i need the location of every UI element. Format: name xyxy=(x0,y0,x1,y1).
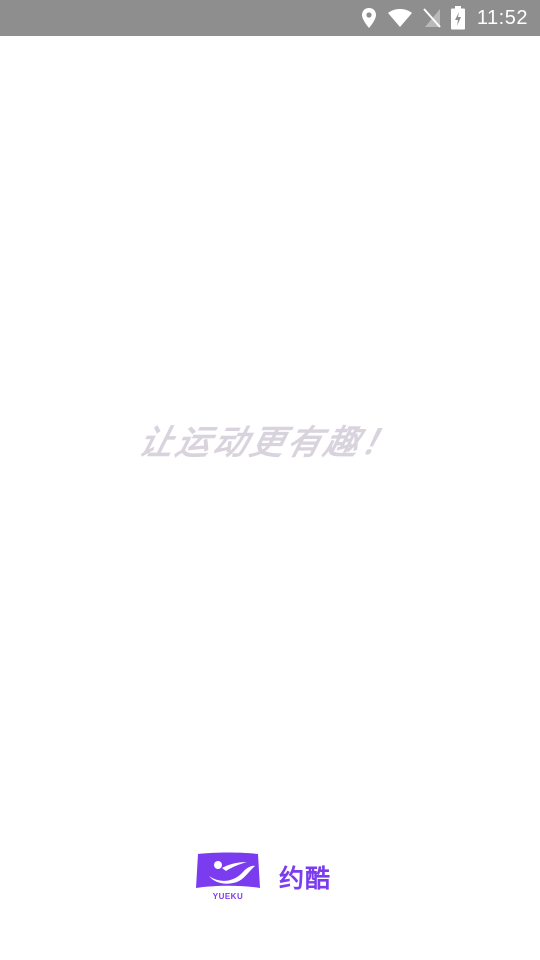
splash-screen: 11:52 让运动更有趣！ YUEKU 约酷 xyxy=(0,0,540,960)
status-time: 11:52 xyxy=(476,6,528,29)
splash-slogan: 让运动更有趣！ xyxy=(134,423,404,463)
location-icon xyxy=(361,7,377,29)
no-sim-icon xyxy=(423,8,441,28)
wifi-icon xyxy=(387,8,413,28)
battery-charging-icon xyxy=(450,6,465,30)
brand-name: 约酷 xyxy=(279,864,332,893)
yueku-logo: YUEKU xyxy=(195,852,261,902)
brand-lockup: YUEKU 约酷 xyxy=(195,852,331,902)
status-bar: 11:52 xyxy=(0,0,540,36)
logo-caption: YUEKU xyxy=(212,892,244,901)
logo-mark-icon xyxy=(196,852,260,888)
